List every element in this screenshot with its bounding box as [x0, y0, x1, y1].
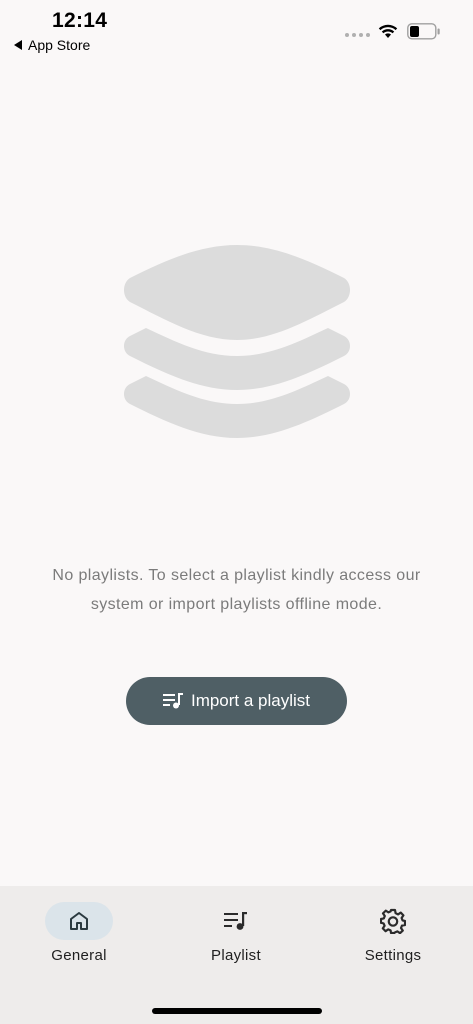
nav-label-settings: Settings	[364, 947, 422, 964]
nav-item-playlist[interactable]: Playlist	[166, 902, 306, 972]
empty-state-message-line1: No playlists. To select a playlist kindl…	[52, 567, 421, 584]
back-arrow-icon	[14, 40, 22, 50]
playlist-music-icon	[224, 912, 247, 930]
import-playlist-button[interactable]: Import a playlist	[126, 677, 347, 725]
home-icon	[70, 912, 88, 930]
screen: 12:14 App Store No playlists. To select …	[0, 0, 473, 1024]
back-app-label: App Store	[28, 37, 91, 53]
battery-icon	[407, 23, 440, 40]
nav-label-playlist: Playlist	[211, 947, 261, 964]
status-bar: 12:14 App Store	[0, 0, 473, 60]
wifi-icon	[378, 24, 398, 38]
home-indicator[interactable]	[152, 1008, 322, 1014]
layers-stack-icon	[124, 245, 350, 438]
back-to-app-store-link[interactable]: App Store	[14, 37, 90, 53]
bottom-navigation: General Playlist Settings	[0, 886, 473, 1024]
status-time: 12:14	[52, 9, 108, 32]
nav-item-settings[interactable]: Settings	[323, 902, 463, 972]
playlist-music-icon	[162, 692, 183, 710]
empty-state-message-line2: system or import playlists offline mode.	[90, 596, 383, 613]
import-playlist-label: Import a playlist	[190, 691, 311, 710]
cellular-signal-icon	[345, 33, 370, 37]
nav-label-general: General	[51, 947, 107, 964]
nav-item-general[interactable]: General	[9, 902, 149, 972]
empty-state-message: No playlists. To select a playlist kindl…	[10, 561, 463, 619]
nav-active-indicator	[45, 902, 113, 940]
gear-icon	[380, 908, 406, 934]
